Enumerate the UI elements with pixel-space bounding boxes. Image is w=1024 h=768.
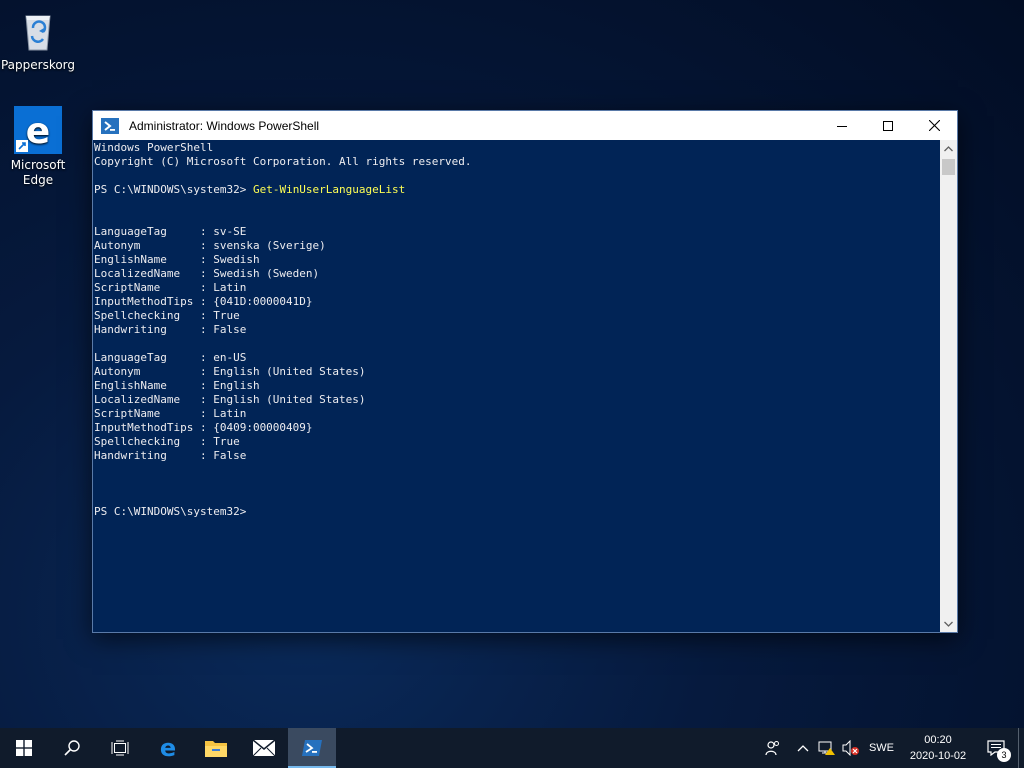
console-line: PS C:\WINDOWS\system32> Get-WinUserLangu…	[94, 183, 940, 197]
svg-text:e: e	[160, 737, 176, 759]
scroll-up-button[interactable]	[940, 140, 957, 157]
scroll-down-button[interactable]	[940, 615, 957, 632]
console-line: Windows PowerShell	[94, 141, 214, 154]
svg-text:e: e	[26, 111, 50, 152]
clock[interactable]: 00:20 2020-10-02	[902, 732, 974, 764]
chevron-up-icon	[797, 745, 809, 752]
show-hidden-icons-button[interactable]	[791, 728, 815, 768]
network-button[interactable]	[815, 728, 839, 768]
console-line: Spellchecking : True	[94, 435, 240, 448]
task-view-icon	[111, 740, 129, 756]
minimize-button[interactable]	[819, 111, 865, 140]
search-icon	[64, 740, 80, 756]
mail-icon	[252, 739, 276, 757]
minimize-icon	[837, 125, 847, 127]
input-language-indicator[interactable]: SWE	[863, 742, 902, 754]
powershell-icon	[101, 117, 119, 135]
mail-button[interactable]	[240, 728, 288, 768]
console-line: InputMethodTips : {0409:00000409}	[94, 421, 313, 434]
console-line: PS C:\WINDOWS\system32>	[94, 505, 247, 518]
close-button[interactable]	[911, 111, 957, 140]
console-output[interactable]: Windows PowerShell Copyright (C) Microsof…	[93, 140, 940, 632]
volume-button[interactable]	[839, 728, 863, 768]
system-tray: SWE 00:20 2020-10-02 3	[761, 728, 1024, 768]
edge-taskbar-button[interactable]: e	[144, 728, 192, 768]
people-button[interactable]	[761, 728, 785, 768]
console-line: EnglishName : English	[94, 379, 260, 392]
recycle-bin-icon	[14, 6, 62, 54]
console-line: Copyright (C) Microsoft Corporation. All…	[94, 155, 472, 168]
powershell-window[interactable]: Administrator: Windows PowerShell Window…	[92, 110, 958, 633]
taskbar: e SWE 00:20 2020-10-02 3	[0, 728, 1024, 768]
chevron-down-icon	[944, 621, 953, 627]
console-prompt: PS C:\WINDOWS\system32>	[94, 183, 253, 196]
chevron-up-icon	[944, 145, 953, 151]
window-title: Administrator: Windows PowerShell	[129, 118, 320, 133]
console-line: LocalizedName : English (United States)	[94, 393, 366, 406]
maximize-button[interactable]	[865, 111, 911, 140]
console-line: InputMethodTips : {041D:0000041D}	[94, 295, 313, 308]
powershell-icon	[302, 740, 322, 756]
start-button[interactable]	[0, 728, 48, 768]
desktop-icon-label: Papperskorg	[0, 58, 76, 72]
console-line: LocalizedName : Swedish (Sweden)	[94, 267, 320, 280]
powershell-taskbar-button[interactable]	[288, 728, 336, 768]
action-center-button[interactable]: 3	[974, 728, 1018, 768]
network-disconnected-icon	[818, 741, 835, 755]
clock-date: 2020-10-02	[909, 750, 967, 762]
notification-count-badge: 3	[997, 748, 1011, 762]
close-icon	[928, 120, 940, 131]
console-line: LanguageTag : en-US	[94, 351, 247, 364]
console-line: Handwriting : False	[94, 449, 247, 462]
scroll-thumb[interactable]	[942, 159, 955, 175]
search-button[interactable]	[48, 728, 96, 768]
people-icon	[765, 741, 779, 756]
windows-logo-icon	[16, 740, 32, 756]
desktop-icon-edge[interactable]: e Microsoft Edge	[0, 106, 76, 188]
file-explorer-button[interactable]	[192, 728, 240, 768]
folder-icon	[205, 741, 227, 757]
console-line: Autonym : English (United States)	[94, 365, 366, 378]
clock-time: 00:20	[924, 734, 952, 746]
console-line: ScriptName : Latin	[94, 281, 247, 294]
vertical-scrollbar[interactable]	[940, 140, 957, 632]
task-view-button[interactable]	[96, 728, 144, 768]
console-line: LanguageTag : sv-SE	[94, 225, 247, 238]
edge-icon: e	[160, 737, 176, 759]
console-line: ScriptName : Latin	[94, 407, 247, 420]
console-line: Autonym : svenska (Sverige)	[94, 239, 326, 252]
console-command: Get-WinUserLanguageList	[252, 183, 406, 196]
console-line: Handwriting : False	[94, 323, 247, 336]
console-line: EnglishName : Swedish	[94, 253, 260, 266]
edge-icon: e	[14, 106, 62, 154]
console-line: Spellchecking : True	[94, 309, 240, 322]
show-desktop-button[interactable]	[1018, 728, 1024, 768]
maximize-icon	[883, 120, 893, 131]
desktop-icon-recycle-bin[interactable]: Papperskorg	[0, 6, 76, 73]
desktop-icon-label: Microsoft Edge	[10, 158, 66, 187]
title-bar[interactable]: Administrator: Windows PowerShell	[93, 111, 957, 140]
volume-muted-icon	[842, 740, 859, 756]
